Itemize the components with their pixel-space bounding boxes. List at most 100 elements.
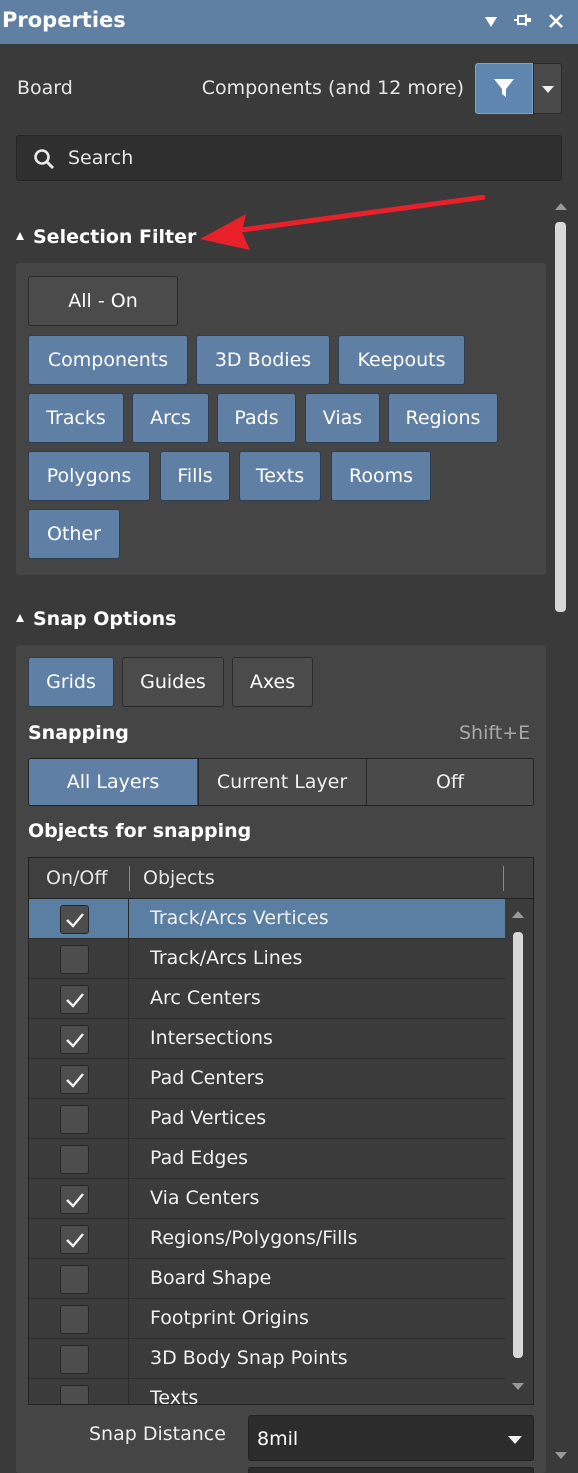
snap-checkbox[interactable] <box>60 1225 89 1254</box>
column-separator[interactable] <box>129 866 130 891</box>
close-icon[interactable] <box>544 8 568 34</box>
table-row[interactable]: Intersections <box>29 1019 505 1059</box>
guides-toggle[interactable]: Guides <box>122 657 224 707</box>
table-scroll-down-icon[interactable] <box>512 1383 524 1390</box>
column-divider <box>128 899 129 939</box>
snapping-shortcut: Shift+E <box>459 722 531 744</box>
snapping-current-layer[interactable]: Current Layer <box>198 759 365 805</box>
column-divider <box>128 1259 129 1299</box>
snap-checkbox[interactable] <box>60 1065 89 1094</box>
grids-toggle[interactable]: Grids <box>28 657 114 707</box>
checkmark-icon <box>66 1033 84 1048</box>
snapping-all-layers[interactable]: All Layers <box>29 759 197 805</box>
selection-filter-header[interactable]: Selection Filter <box>16 226 196 248</box>
table-scrollbar-thumb[interactable] <box>513 932 523 1358</box>
dropdown-triangle-icon[interactable] <box>479 8 503 34</box>
table-row[interactable]: Pad Vertices <box>29 1099 505 1139</box>
snap-distance-label: Snap Distance <box>89 1423 226 1445</box>
filter-chip-polygons[interactable]: Polygons <box>28 451 150 501</box>
snap-checkbox[interactable] <box>60 1385 89 1404</box>
snap-object-label: Track/Arcs Lines <box>150 947 303 969</box>
filter-chip-fills[interactable]: Fills <box>160 451 230 501</box>
chevron-down-icon <box>542 86 554 93</box>
snap-object-label: Track/Arcs Vertices <box>150 907 329 929</box>
board-label: Board <box>17 77 73 99</box>
table-row[interactable]: Board Shape <box>29 1259 505 1299</box>
snap-checkbox[interactable] <box>60 1145 89 1174</box>
column-separator[interactable] <box>503 866 504 891</box>
filter-chip-texts[interactable]: Texts <box>239 451 321 501</box>
filter-chip-tracks[interactable]: Tracks <box>28 393 124 443</box>
snap-distance-value: 8mil <box>257 1428 299 1450</box>
table-row[interactable]: Arc Centers <box>29 979 505 1019</box>
panel-scrollbar-thumb[interactable] <box>555 222 566 612</box>
snap-object-label: Intersections <box>150 1027 273 1049</box>
filter-button[interactable] <box>475 63 533 114</box>
checkmark-icon <box>66 993 84 1008</box>
filter-chip-components[interactable]: Components <box>28 335 188 385</box>
pin-icon[interactable] <box>511 8 535 34</box>
table-row[interactable]: Texts <box>29 1379 505 1404</box>
table-row[interactable]: 3D Body Snap Points <box>29 1339 505 1379</box>
snap-distance-select[interactable]: 8mil <box>248 1415 534 1461</box>
funnel-icon <box>494 79 514 97</box>
all-on-button[interactable]: All - On <box>28 276 178 326</box>
column-header-onoff[interactable]: On/Off <box>46 867 107 889</box>
table-row[interactable]: Track/Arcs Vertices <box>29 899 505 939</box>
checkmark-icon <box>66 1193 84 1208</box>
snap-options-header[interactable]: Snap Options <box>16 608 176 630</box>
snap-checkbox[interactable] <box>60 1025 89 1054</box>
snap-object-label: Regions/Polygons/Fills <box>150 1227 358 1249</box>
section-title: Selection Filter <box>33 226 197 248</box>
snap-checkbox[interactable] <box>60 905 89 934</box>
objects-for-snapping-label: Objects for snapping <box>28 820 252 842</box>
table-row[interactable]: Footprint Origins <box>29 1299 505 1339</box>
table-row[interactable]: Track/Arcs Lines <box>29 939 505 979</box>
snap-object-label: Pad Vertices <box>150 1107 267 1129</box>
snap-checkbox[interactable] <box>60 985 89 1014</box>
snap-object-label: Arc Centers <box>150 987 261 1009</box>
snap-checkbox[interactable] <box>60 1185 89 1214</box>
checkmark-icon <box>66 1073 84 1088</box>
snap-object-label: Pad Edges <box>150 1147 249 1169</box>
filter-chip-keepouts[interactable]: Keepouts <box>338 335 465 385</box>
snap-checkbox[interactable] <box>60 1305 89 1334</box>
table-row[interactable]: Regions/Polygons/Fills <box>29 1219 505 1259</box>
table-row[interactable]: Pad Edges <box>29 1139 505 1179</box>
snap-checkbox[interactable] <box>60 945 89 974</box>
components-filter-label[interactable]: Components (and 12 more) <box>202 77 464 99</box>
column-header-objects[interactable]: Objects <box>143 867 215 889</box>
collapse-triangle-icon <box>16 614 24 622</box>
filter-chip-other[interactable]: Other <box>28 509 120 559</box>
snap-object-label: 3D Body Snap Points <box>150 1347 348 1369</box>
filter-chip-vias[interactable]: Vias <box>305 393 380 443</box>
column-divider <box>128 1059 129 1099</box>
snap-checkbox[interactable] <box>60 1105 89 1134</box>
table-row[interactable]: Pad Centers <box>29 1059 505 1099</box>
table-scroll-up-icon[interactable] <box>512 911 524 918</box>
scroll-down-icon[interactable] <box>555 1452 567 1459</box>
snap-objects-table: On/Off Objects Track/Arcs Vertices Track/… <box>28 857 534 1405</box>
filter-chip-arcs[interactable]: Arcs <box>132 393 209 443</box>
search-input[interactable]: Search <box>16 135 562 181</box>
search-placeholder: Search <box>68 147 134 169</box>
column-divider <box>128 1219 129 1259</box>
panel-title-bar: Properties <box>0 0 578 44</box>
snap-checkbox[interactable] <box>60 1345 89 1374</box>
filter-dropdown-button[interactable] <box>533 63 562 114</box>
search-icon <box>34 149 55 170</box>
scroll-up-icon[interactable] <box>555 203 567 210</box>
filter-chip-regions[interactable]: Regions <box>388 393 498 443</box>
column-divider <box>128 1379 129 1404</box>
checkmark-icon <box>66 913 84 928</box>
snapping-label: Snapping <box>28 722 129 744</box>
filter-chip-3d-bodies[interactable]: 3D Bodies <box>196 335 330 385</box>
axes-toggle[interactable]: Axes <box>232 657 313 707</box>
filter-chip-rooms[interactable]: Rooms <box>331 451 431 501</box>
snap-checkbox[interactable] <box>60 1265 89 1294</box>
annotation-arrow <box>200 195 486 250</box>
snapping-off[interactable]: Off <box>366 759 533 805</box>
table-row[interactable]: Via Centers <box>29 1179 505 1219</box>
collapse-triangle-icon <box>16 232 24 240</box>
filter-chip-pads[interactable]: Pads <box>217 393 296 443</box>
